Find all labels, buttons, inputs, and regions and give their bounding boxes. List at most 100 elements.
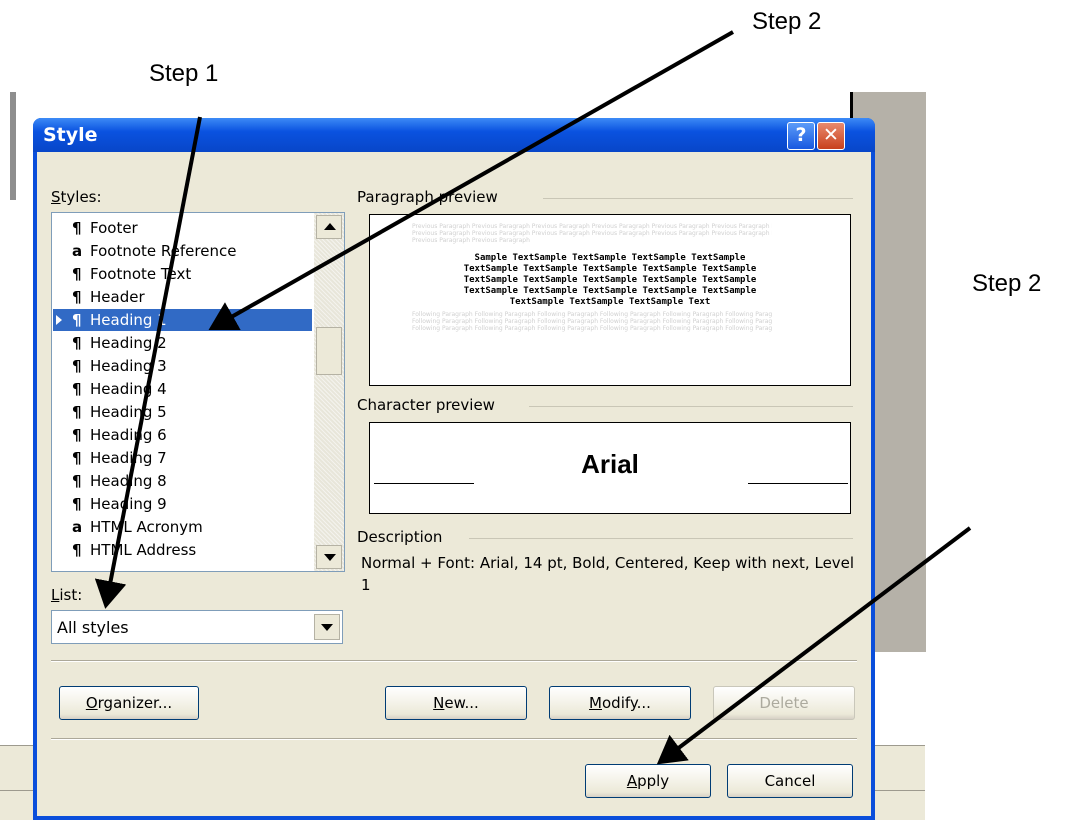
paragraph-style-icon: ¶ (72, 357, 82, 375)
style-list-item-label: Heading 1 (90, 311, 167, 329)
paragraph-style-icon: ¶ (72, 380, 82, 398)
paragraph-style-icon: ¶ (72, 288, 82, 306)
style-list-item[interactable]: ¶ Footnote Text (58, 263, 312, 285)
preview-sample-line: TextSample TextSample TextSample TextSam… (463, 275, 757, 285)
style-list-item[interactable]: ¶ Heading 3 (58, 355, 312, 377)
scroll-up-button[interactable] (316, 215, 342, 239)
style-list-item[interactable]: a Footnote Reference (58, 240, 312, 262)
style-list-item-label: Heading 3 (90, 357, 167, 375)
style-list-item[interactable]: ¶ Heading 8 (58, 470, 312, 492)
close-button[interactable]: ✕ (817, 122, 845, 150)
paragraph-style-icon: ¶ (72, 334, 82, 352)
style-list-item[interactable]: ¶ Heading 5 (58, 401, 312, 423)
step1-annotation: Step 1 (149, 60, 219, 87)
new-button[interactable]: New... (385, 686, 527, 720)
style-list-item-label: Heading 4 (90, 380, 167, 398)
preview-sample-line: TextSample TextSample TextSample Text (509, 297, 711, 307)
preview-sample-line: TextSample TextSample TextSample TextSam… (463, 286, 757, 296)
style-list-item[interactable]: ¶ Heading 4 (58, 378, 312, 400)
paragraph-style-icon: ¶ (72, 265, 82, 283)
chevron-up-icon (324, 223, 336, 230)
paragraph-style-icon: ¶ (72, 495, 82, 513)
preview-following-text: Following Paragraph Following Paragraph … (412, 318, 772, 325)
description-label: Description (357, 528, 443, 546)
style-list-item-label: Heading 6 (90, 426, 167, 444)
paragraph-preview-label: Paragraph preview (357, 188, 498, 206)
group-divider (529, 406, 853, 407)
style-list-item-label: Heading 2 (90, 334, 167, 352)
style-list-item-label: Heading 5 (90, 403, 167, 421)
style-list-item[interactable]: ¶ Heading 1 (53, 309, 312, 331)
style-list-item[interactable]: ¶ Header (58, 286, 312, 308)
description-text: Normal + Font: Arial, 14 pt, Bold, Cente… (361, 554, 855, 594)
style-list-item-label: Heading 8 (90, 472, 167, 490)
paragraph-preview-box: Previous Paragraph Previous Paragraph Pr… (369, 214, 851, 386)
delete-button[interactable]: Delete (713, 686, 855, 720)
group-divider (543, 198, 853, 199)
preview-sample-line: Sample TextSample TextSample TextSample … (474, 253, 746, 263)
list-dropdown-button[interactable] (314, 614, 340, 640)
chevron-down-icon (321, 624, 333, 631)
dialog-title: Style (43, 124, 98, 146)
preview-following-text: Following Paragraph Following Paragraph … (412, 311, 772, 318)
styles-listbox[interactable]: ¶ Footer a Footnote Reference ¶ Footnote Text… (51, 212, 345, 572)
paragraph-style-icon: ¶ (72, 449, 82, 467)
paragraph-style-icon: ¶ (72, 541, 82, 559)
baseline-left (374, 483, 474, 484)
style-list-item-label: HTML Acronym (90, 518, 203, 536)
list-label: List: (51, 586, 83, 604)
organizer-button[interactable]: Organizer... (59, 686, 199, 720)
paragraph-style-icon: ¶ (72, 219, 82, 237)
background-window-edge (10, 92, 16, 200)
style-list-item[interactable]: a HTML Acronym (58, 516, 312, 538)
dialog-body: Styles: ¶ Footer a Footnote Reference ¶ Footn… (37, 152, 871, 816)
style-list-item-label: Footnote Reference (90, 242, 237, 260)
preview-previous-text: Previous Paragraph Previous Paragraph Pr… (412, 237, 532, 244)
style-list-item-label: Heading 9 (90, 495, 167, 513)
style-list-item[interactable]: ¶ HTML Address (58, 539, 312, 561)
baseline-right (748, 483, 848, 484)
style-list-item-label: Footnote Text (90, 265, 192, 283)
modify-button[interactable]: Modify... (549, 686, 691, 720)
list-filter-value: All styles (57, 618, 129, 637)
styles-label: Styles: (51, 188, 102, 206)
preview-previous-text: Previous Paragraph Previous Paragraph Pr… (412, 230, 772, 237)
style-list-item[interactable]: ¶ Heading 6 (58, 424, 312, 446)
styles-scrollbar[interactable] (314, 213, 344, 571)
style-list-item[interactable]: ¶ Heading 9 (58, 493, 312, 515)
paragraph-style-icon: ¶ (72, 426, 82, 444)
style-dialog: Style ? ✕ Styles: ¶ Footer a Footnote Refer… (33, 118, 875, 820)
scroll-down-button[interactable] (316, 545, 342, 569)
step2-annotation-top: Step 2 (752, 8, 822, 35)
chevron-down-icon (324, 554, 336, 561)
style-list-item-label: Header (90, 288, 145, 306)
group-divider (469, 538, 853, 539)
paragraph-style-icon: ¶ (72, 311, 82, 329)
help-button[interactable]: ? (787, 122, 815, 150)
paragraph-style-icon: ¶ (72, 472, 82, 490)
dialog-titlebar[interactable]: Style ? ✕ (33, 118, 875, 152)
character-preview-label: Character preview (357, 396, 495, 414)
style-list-item[interactable]: ¶ Heading 2 (58, 332, 312, 354)
character-style-icon: a (72, 242, 83, 260)
character-preview-box: Arial (369, 422, 851, 514)
scroll-thumb[interactable] (316, 327, 342, 375)
cancel-button[interactable]: Cancel (727, 764, 853, 798)
style-list-item[interactable]: ¶ Footer (58, 217, 312, 239)
dialog-separator (51, 738, 857, 740)
list-filter-select[interactable]: All styles (51, 610, 343, 644)
selection-arrow-icon (56, 315, 62, 325)
step2-annotation-right: Step 2 (972, 270, 1042, 297)
preview-following-text: Following Paragraph Following Paragraph … (412, 325, 772, 332)
style-list-item-label: HTML Address (90, 541, 197, 559)
character-style-icon: a (72, 518, 83, 536)
dialog-separator (51, 660, 857, 662)
apply-button[interactable]: Apply (585, 764, 711, 798)
style-list-item[interactable]: ¶ Heading 7 (58, 447, 312, 469)
style-list-item-label: Heading 7 (90, 449, 167, 467)
preview-previous-text: Previous Paragraph Previous Paragraph Pr… (412, 223, 772, 230)
preview-sample-line: TextSample TextSample TextSample TextSam… (463, 264, 757, 274)
character-preview-text: Arial (581, 449, 639, 479)
paragraph-style-icon: ¶ (72, 403, 82, 421)
style-list-item-label: Footer (90, 219, 138, 237)
